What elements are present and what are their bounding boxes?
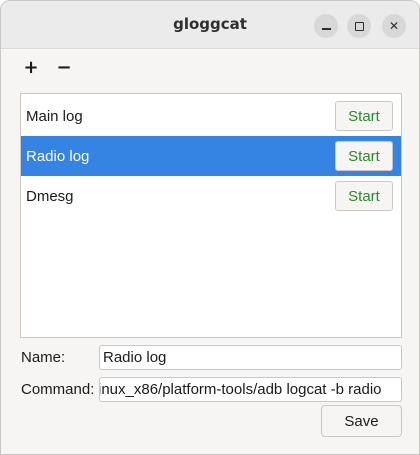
log-list-item-selected[interactable]: Radio log Start xyxy=(21,136,401,176)
add-log-button[interactable]: + xyxy=(18,53,44,81)
log-item-label: Main log xyxy=(26,107,83,125)
command-field-value: inux_x86/platform-tools/adb logcat -b ra… xyxy=(99,381,382,398)
command-field[interactable]: inux_x86/platform-tools/adb logcat -b ra… xyxy=(99,377,402,402)
minimize-icon xyxy=(321,27,331,30)
name-field[interactable]: Radio log xyxy=(99,345,402,370)
start-button[interactable]: Start xyxy=(335,181,393,211)
save-button[interactable]: Save xyxy=(321,405,402,437)
maximize-icon xyxy=(354,21,364,31)
minimize-button[interactable] xyxy=(314,14,338,38)
close-button[interactable]: ✕ xyxy=(382,14,406,38)
log-item-label: Dmesg xyxy=(26,187,74,205)
log-list-item[interactable]: Main log Start xyxy=(21,96,401,136)
start-button[interactable]: Start xyxy=(335,141,393,171)
log-list[interactable]: Main log Start Radio log Start Dmesg Sta… xyxy=(20,93,402,338)
maximize-button[interactable] xyxy=(347,14,371,38)
title-bar: gloggcat ✕ xyxy=(1,1,419,49)
log-item-label: Radio log xyxy=(26,147,90,165)
start-button[interactable]: Start xyxy=(335,101,393,131)
toolbar: + − xyxy=(1,49,419,85)
command-label: Command: xyxy=(21,381,95,398)
name-label: Name: xyxy=(21,349,66,366)
close-icon: ✕ xyxy=(388,19,400,33)
app-window: gloggcat ✕ + − Main log Start Radio log … xyxy=(0,0,420,455)
name-field-value: Radio log xyxy=(103,349,167,366)
log-list-item[interactable]: Dmesg Start xyxy=(21,176,401,216)
remove-log-button[interactable]: − xyxy=(51,53,77,81)
